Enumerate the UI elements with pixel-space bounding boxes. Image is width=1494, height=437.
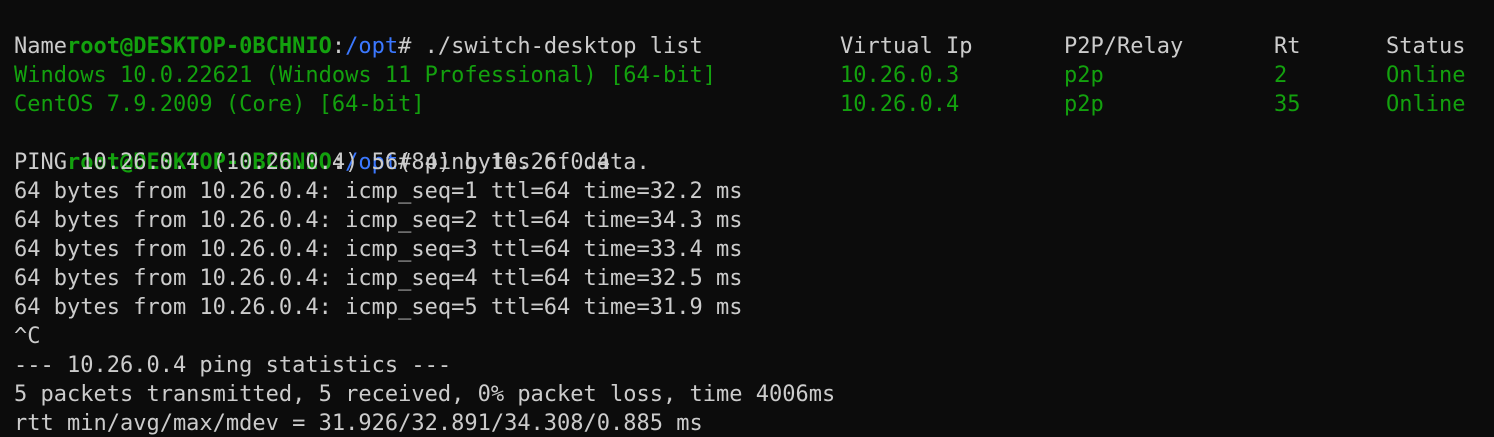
ping-reply-line: 64 bytes from 10.26.0.4: icmp_seq=3 ttl=…	[14, 237, 743, 262]
ping-reply-line: 64 bytes from 10.26.0.4: icmp_seq=2 ttl=…	[14, 208, 743, 233]
device-connection-mode: p2p	[1064, 92, 1104, 117]
prompt-line-1: root@DESKTOP-0BCHNIO:/opt# ./switch-desk…	[14, 3, 1494, 59]
device-name: Windows 10.0.22621 (Windows 11 Professio…	[14, 63, 716, 88]
device-virtual-ip: 10.26.0.3	[840, 63, 960, 88]
device-status: Online	[1386, 63, 1466, 88]
device-name: CentOS 7.9.2009 (Core) [64-bit]	[14, 92, 425, 117]
ping-statistics-title: --- 10.26.0.4 ping statistics ---	[14, 353, 452, 378]
device-rt: 2	[1274, 63, 1288, 88]
device-rt: 35	[1274, 92, 1301, 117]
prompt-line-2: root@DESKTOP-0BCHNIO:/opt# ping 10.26.0.…	[14, 119, 1494, 175]
ping-header: PING 10.26.0.4 (10.26.0.4) 56(84) bytes …	[14, 150, 650, 175]
terminal-window[interactable]: root@DESKTOP-0BCHNIO:/opt# ./switch-desk…	[0, 0, 1494, 437]
header-rt: Rt	[1274, 34, 1301, 59]
header-virtual-ip: Virtual Ip	[840, 34, 973, 59]
ping-statistics-summary: 5 packets transmitted, 5 received, 0% pa…	[14, 382, 836, 407]
ping-reply-line: 64 bytes from 10.26.0.4: icmp_seq=1 ttl=…	[14, 179, 743, 204]
device-status: Online	[1386, 92, 1466, 117]
header-name: Name	[14, 34, 67, 59]
table-row: CentOS 7.9.2009 (Core) [64-bit] 10.26.0.…	[14, 90, 1494, 119]
ping-rtt-line: rtt min/avg/max/mdev = 31.926/32.891/34.…	[14, 411, 703, 436]
ping-reply-line: 64 bytes from 10.26.0.4: icmp_seq=5 ttl=…	[14, 295, 743, 320]
header-status: Status	[1386, 34, 1466, 59]
ping-reply-line: 64 bytes from 10.26.0.4: icmp_seq=4 ttl=…	[14, 266, 743, 291]
device-virtual-ip: 10.26.0.4	[840, 92, 960, 117]
header-p2p-relay: P2P/Relay	[1064, 34, 1184, 59]
table-header-row: Name Virtual Ip P2P/Relay Rt Status	[14, 32, 1494, 61]
table-row: Windows 10.0.22621 (Windows 11 Professio…	[14, 61, 1494, 90]
interrupt-line: ^C	[14, 324, 41, 349]
device-connection-mode: p2p	[1064, 63, 1104, 88]
